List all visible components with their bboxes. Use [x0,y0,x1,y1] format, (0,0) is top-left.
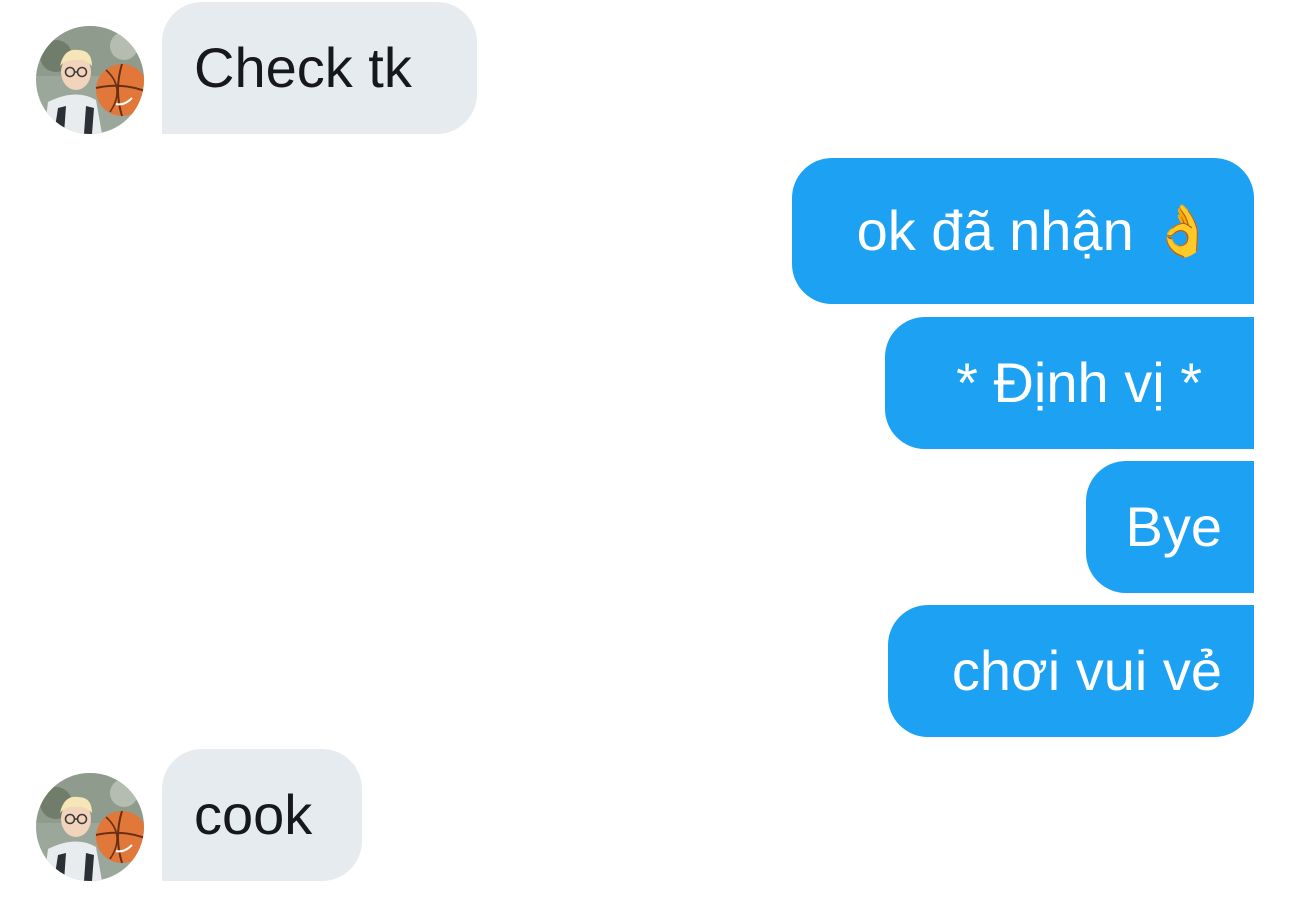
ok-hand-icon: 👌 [1151,203,1214,259]
message-thread: Check tk ok đã nhận 👌 * Định vị * Bye ch… [0,0,1290,908]
message-bubble-outgoing[interactable]: * Định vị * [885,317,1254,449]
message-bubble-outgoing[interactable]: chơi vui vẻ [888,605,1254,737]
sender-avatar-icon[interactable] [36,26,144,134]
message-text: cook [194,783,313,846]
message-bubble-incoming[interactable]: cook [162,749,362,881]
sender-avatar-icon[interactable] [36,773,144,881]
message-bubble-outgoing[interactable]: Bye [1086,461,1254,593]
message-bubble-incoming[interactable]: Check tk [162,2,477,134]
avatar-photo-icon [36,773,144,881]
message-text: Check tk [194,36,412,99]
message-bubble-outgoing[interactable]: ok đã nhận 👌 [792,158,1254,304]
avatar-photo-icon [36,26,144,134]
message-text: chơi vui vẻ [951,639,1222,702]
message-text: ok đã nhận [856,199,1134,262]
message-text: Bye [1125,495,1223,558]
message-text: * Định vị * [956,351,1202,414]
